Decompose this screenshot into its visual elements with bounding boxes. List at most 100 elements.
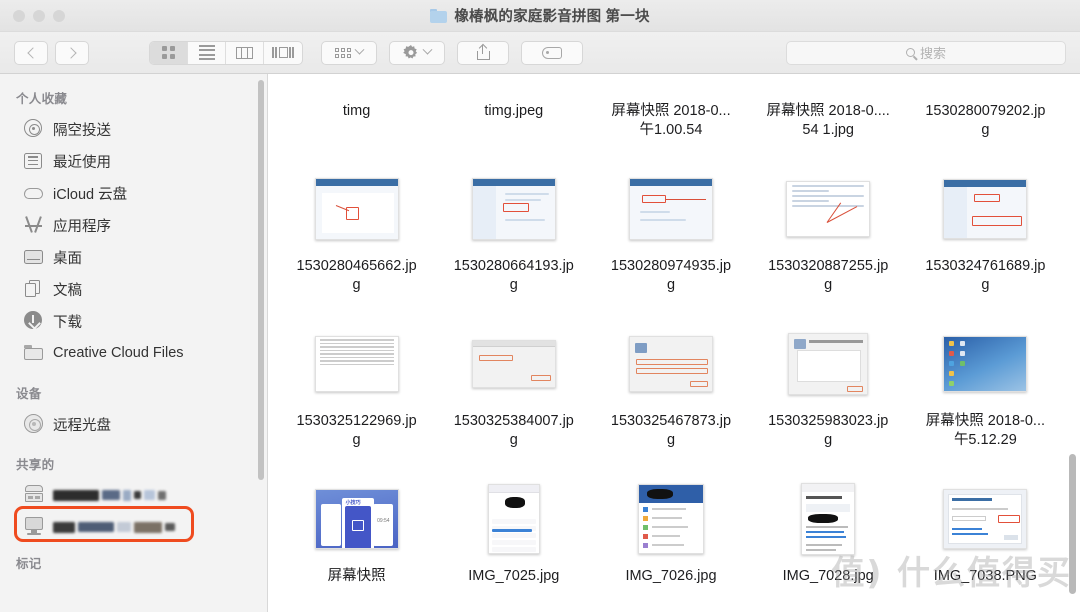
sidebar-section-devices-header: 设备 [16,387,42,401]
file-item[interactable]: IMG_7028.jpg [750,469,907,612]
applications-icon [24,215,43,233]
sidebar-item-label: 隔空投送 [53,122,111,139]
file-name: timg [342,103,371,119]
file-item[interactable]: 1530280974935.jpg [592,159,749,314]
content-scrollbar[interactable] [1069,454,1076,594]
grid-icon [162,46,175,59]
sidebar-item-remote-disc[interactable]: 远程光盘 [0,408,267,440]
file-item[interactable]: 1530325983023.jpg [750,314,907,469]
title-bar[interactable]: 橡椿枫的家庭影音拼图 第一块 [0,0,1080,32]
file-name: 1530320887255.jpg [768,258,889,294]
chevron-down-icon [354,44,365,55]
share-icon [476,43,490,60]
file-item[interactable]: IMG_7025.jpg [435,469,592,612]
file-item[interactable]: IMG_7026.jpg [592,469,749,612]
traffic-lights[interactable] [0,9,65,22]
arrange-by-button[interactable] [321,40,377,65]
file-name: 1530280974935.jpg [610,258,732,294]
file-name: 1530325122969.jpg [296,413,417,449]
tag-icon [542,46,562,59]
window-body: 个人收藏 隔空投送 最近使用 iCloud 云盘 应用程序 桌面 文稿 下载 C… [0,74,1080,612]
server-icon [24,485,44,504]
sidebar-item-icloud-drive[interactable]: iCloud 云盘 [0,177,267,209]
close-button[interactable] [13,9,25,22]
file-name: IMG_7028.jpg [782,568,874,584]
file-item[interactable]: 1530280664193.jpg [435,159,592,314]
columns-icon [236,46,253,59]
sidebar-item-recents[interactable]: 最近使用 [0,145,267,177]
file-name: 屏幕快照 [327,568,386,584]
sidebar-scrollbar[interactable] [258,80,264,480]
icon-view-button[interactable] [150,41,188,64]
optical-disc-icon [24,414,43,433]
file-name: 1530325384007.jpg [453,413,574,449]
downloads-icon [24,311,42,329]
sidebar-item-creative-cloud-files[interactable]: Creative Cloud Files [0,337,267,369]
file-item[interactable]: 小技巧 09:54 屏幕快照 [278,469,435,612]
search-field[interactable]: 搜索 [786,40,1066,65]
file-name: 屏幕快照 2018-0...午1.00.54 [611,103,731,139]
file-name: timg.jpeg [484,103,544,119]
list-icon [198,45,215,60]
file-item[interactable]: 屏幕快照 2018-0....54 1.jpg [750,74,907,159]
file-item[interactable]: 1530325467873.jpg [592,314,749,469]
display-icon [24,517,44,535]
sidebar-item-documents[interactable]: 文稿 [0,273,267,305]
share-button[interactable] [457,40,509,65]
file-grid-area[interactable]: timg CONTINUED timg.jpeg 屏幕快照 2018-0...午… [268,74,1080,612]
file-name: 1530280465662.jpg [296,258,417,294]
desktop-icon [24,250,43,264]
gallery-view-button[interactable] [264,42,302,64]
file-item[interactable]: 屏幕快照 2018-0...午1.00.54 [592,74,749,159]
file-item[interactable]: timg [278,74,435,159]
sidebar-item-downloads[interactable]: 下载 [0,305,267,337]
tag-button[interactable] [521,40,583,65]
redacted-name [53,488,166,502]
file-item[interactable]: IMG_7038.PNG [907,469,1064,612]
file-item[interactable]: 屏幕快照 2018-0...午5.12.29 [907,314,1064,469]
column-view-button[interactable] [226,41,264,64]
folder-icon [24,345,43,360]
airdrop-icon [24,119,42,137]
sidebar-item-applications[interactable]: 应用程序 [0,209,267,241]
back-button[interactable] [14,40,48,65]
sidebar-item-desktop[interactable]: 桌面 [0,241,267,273]
gallery-icon [272,47,294,58]
documents-icon [24,279,42,297]
file-grid: timg CONTINUED timg.jpeg 屏幕快照 2018-0...午… [268,74,1080,612]
file-name: 1530280664193.jpg [453,258,574,294]
file-item[interactable]: CONTINUED timg.jpeg [435,74,592,159]
forward-button[interactable] [55,40,89,65]
file-name: 1530280079202.jpg [925,103,1046,139]
file-item[interactable]: 1530280079202.jpg [907,74,1064,159]
search-icon [905,48,915,57]
gear-icon [403,44,418,58]
sidebar-item-label: 下载 [53,314,82,331]
sidebar-section-shared-header: 共享的 [16,458,55,472]
recents-icon [24,153,42,169]
nav-buttons[interactable] [14,40,89,65]
thumb-text: 小技巧 [345,500,361,506]
action-menu-button[interactable] [389,40,445,65]
toolbar: 搜索 [0,32,1080,74]
window-title: 橡椿枫的家庭影音拼图 第一块 [454,9,650,25]
file-item[interactable]: 1530325384007.jpg [435,314,592,469]
file-item[interactable]: 1530324761689.jpg [907,159,1064,314]
sidebar-section-tags-header: 标记 [16,557,42,571]
file-item[interactable]: 1530320887255.jpg [750,159,907,314]
file-item[interactable]: 1530325122969.jpg [278,314,435,469]
sidebar-item-label: Creative Cloud Files [53,345,184,361]
minimize-button[interactable] [33,9,45,22]
search-placeholder: 搜索 [919,46,946,61]
list-view-button[interactable] [188,41,226,64]
file-item[interactable]: 1530280465662.jpg [278,159,435,314]
sidebar-item-label: 最近使用 [53,154,111,171]
sidebar-item-label: 桌面 [53,250,82,267]
sidebar-item-label: 远程光盘 [53,417,111,434]
sidebar-item-shared-server-2[interactable] [0,511,267,543]
zoom-button[interactable] [53,9,65,22]
sidebar-item-airdrop[interactable]: 隔空投送 [0,113,267,145]
sidebar-item-shared-server-1[interactable] [0,479,267,511]
sidebar-item-label: 应用程序 [53,218,111,235]
view-mode-segmented-control[interactable] [149,40,303,65]
